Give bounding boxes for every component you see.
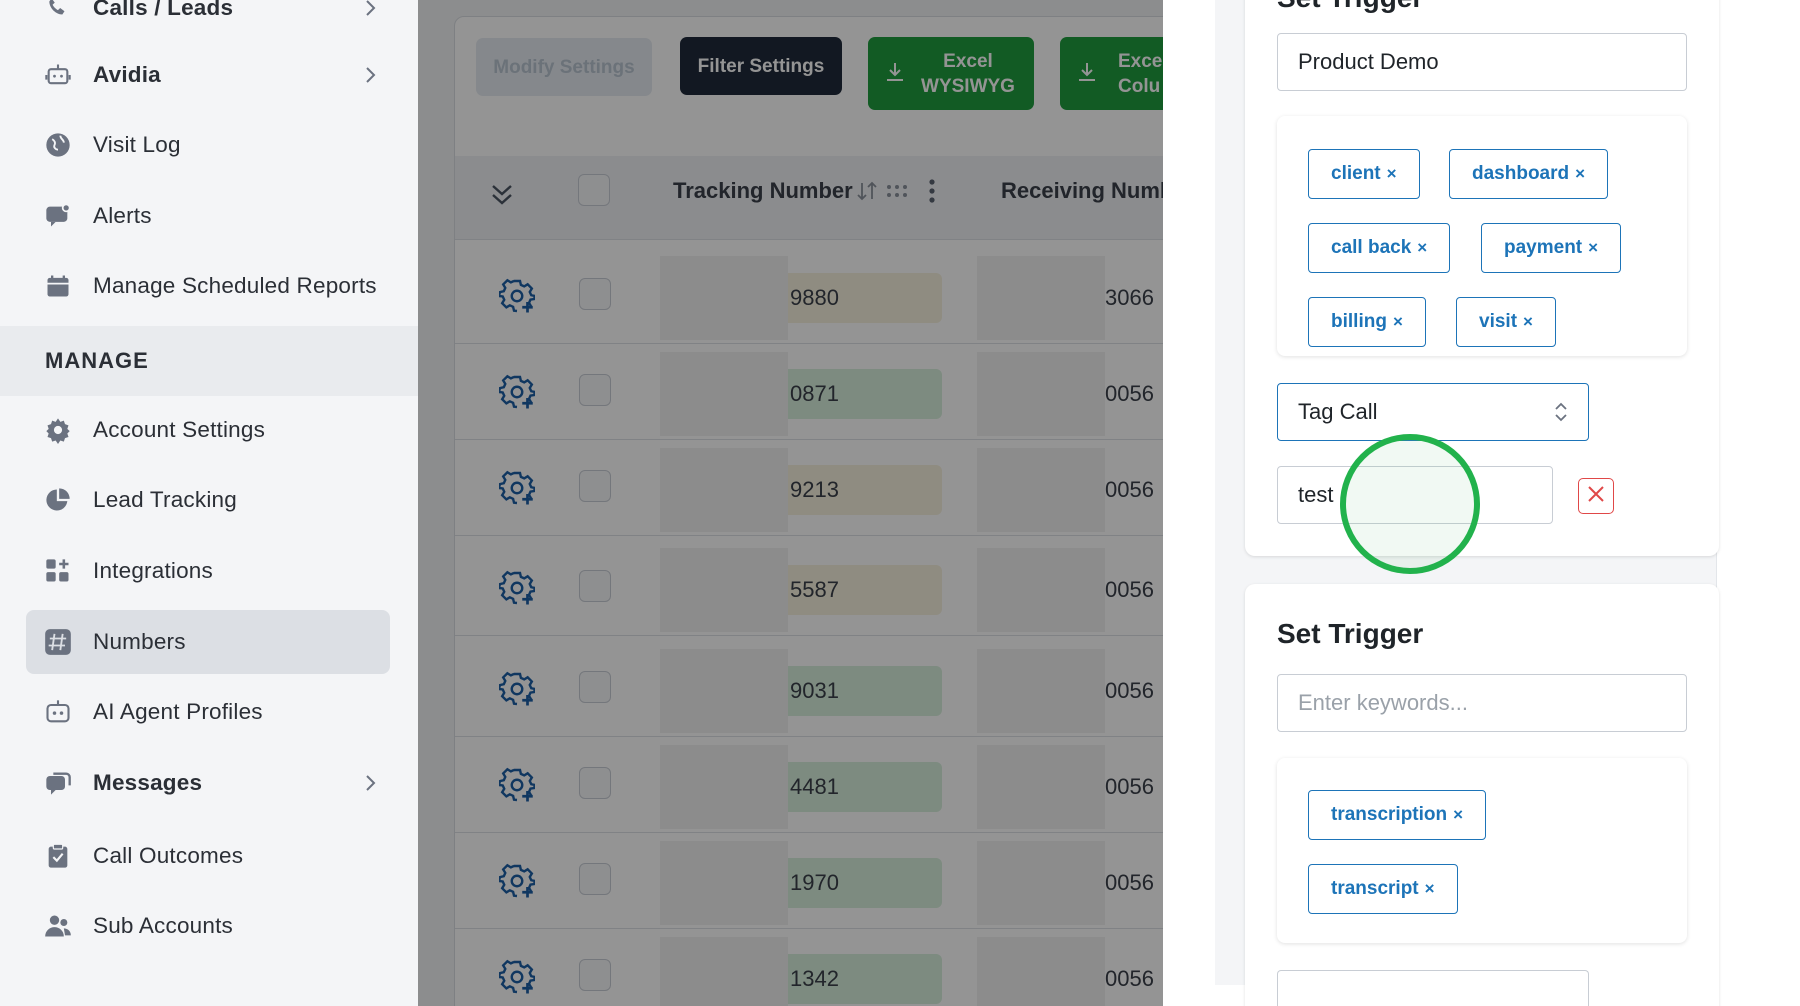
calendar-icon — [43, 271, 73, 301]
chat-bubbles-icon — [43, 768, 73, 798]
keyword-tag-label: billing — [1331, 311, 1387, 332]
remove-tag-icon[interactable]: × — [1523, 312, 1533, 332]
grid-plus-icon — [43, 556, 73, 586]
clipboard-icon — [43, 841, 73, 871]
keyword-tag-label: visit — [1479, 311, 1518, 332]
remove-tag-icon[interactable]: × — [1453, 805, 1463, 825]
sidebar-item-label: Sub Accounts — [93, 913, 233, 938]
sidebar-item-visit-log[interactable]: Visit Log — [26, 113, 390, 177]
sidebar-item-alerts[interactable]: Alerts — [26, 184, 390, 248]
remove-tag-icon[interactable]: × — [1417, 238, 1427, 258]
sidebar-item-label: Manage Scheduled Reports — [93, 273, 377, 298]
remove-tag-icon[interactable]: × — [1588, 238, 1598, 258]
sidebar-item-sub-accounts[interactable]: Sub Accounts — [26, 894, 390, 958]
modal-backdrop[interactable] — [418, 0, 1163, 1006]
keyword-tag-label: payment — [1504, 237, 1583, 258]
keyword-tag-label: call back — [1331, 237, 1412, 258]
keyword-tag[interactable]: billing × — [1308, 297, 1426, 347]
sidebar-item-label: Messages — [93, 770, 203, 795]
keyword-tag-label: transcription — [1331, 804, 1448, 825]
sidebar-item-label: Alerts — [93, 203, 152, 228]
sidebar-item-manage-scheduled-reports[interactable]: Manage Scheduled Reports — [26, 254, 390, 318]
sidebar-item-lead-tracking[interactable]: Lead Tracking — [26, 468, 390, 532]
sidebar-item-label: Numbers — [93, 629, 186, 654]
sidebar-item-call-outcomes[interactable]: Call Outcomes — [26, 824, 390, 888]
trigger-drawer: Set Trigger Product Demo client×dashboar… — [1163, 0, 1800, 1006]
sidebar-item-numbers[interactable]: Numbers — [26, 610, 390, 674]
sidebar-item-label: Call Outcomes — [93, 843, 244, 868]
section-label: MANAGE — [45, 348, 149, 373]
manage-section-header: MANAGE — [0, 326, 418, 396]
sidebar-item-label: Calls / Leads — [93, 0, 234, 20]
action-select[interactable]: Tag Call — [1277, 383, 1589, 441]
close-icon — [1587, 485, 1605, 508]
gear-icon — [43, 415, 73, 445]
sidebar-item-label: AI Agent Profiles — [93, 699, 263, 724]
users-icon — [43, 911, 73, 941]
keyword-tag[interactable]: payment × — [1481, 223, 1622, 273]
sidebar-item-ai-agent-profiles[interactable]: AI Agent Profiles — [26, 680, 390, 744]
trigger-keywords-input[interactable]: Product Demo — [1277, 33, 1687, 91]
chevron-right-icon — [356, 60, 386, 90]
remove-tag-icon[interactable]: × — [1425, 879, 1435, 899]
keyword-tag-label: client — [1331, 163, 1381, 184]
keyword-tag[interactable]: dashboard × — [1449, 149, 1609, 199]
pie-chart-icon — [43, 485, 73, 515]
trigger-card-title: Set Trigger — [1277, 618, 1424, 649]
remove-tag-icon[interactable]: × — [1387, 164, 1397, 184]
sidebar-item-messages[interactable]: Messages — [26, 751, 390, 815]
bot-face-icon — [43, 697, 73, 727]
chevron-right-icon — [356, 0, 386, 23]
sidebar-item-account-settings[interactable]: Account Settings — [26, 398, 390, 462]
sidebar-item-calls-leads[interactable]: Calls / Leads — [26, 0, 390, 40]
trigger-keywords-input[interactable]: Enter keywords... — [1277, 674, 1687, 732]
select-arrows-icon — [1554, 400, 1568, 430]
keyword-tag[interactable]: transcript × — [1308, 864, 1458, 914]
sidebar-item-label: Integrations — [93, 558, 213, 583]
keyword-tag[interactable]: transcription × — [1308, 790, 1487, 840]
remove-action-button[interactable] — [1578, 478, 1614, 514]
trigger-card-title: Set Trigger — [1277, 0, 1423, 14]
click-indicator — [1340, 434, 1480, 574]
keyword-tag[interactable]: visit × — [1456, 297, 1556, 347]
sidebar-item-label: Avidia — [93, 62, 161, 87]
sidebar: Calls / Leads Avidia Visit Log Alerts Ma… — [0, 0, 418, 1006]
chevron-right-icon — [356, 768, 386, 798]
action-select[interactable] — [1277, 970, 1589, 1006]
remove-tag-icon[interactable]: × — [1393, 312, 1403, 332]
trigger-tag-list — [1277, 758, 1687, 943]
keyword-tag-label: transcript — [1331, 878, 1419, 899]
robot-icon — [43, 60, 73, 90]
remove-tag-icon[interactable]: × — [1575, 164, 1585, 184]
action-select-value: Tag Call — [1298, 399, 1378, 424]
sidebar-item-avidia[interactable]: Avidia — [26, 43, 390, 107]
globe-icon — [43, 130, 73, 160]
sidebar-item-label: Account Settings — [93, 417, 266, 442]
sidebar-item-integrations[interactable]: Integrations — [26, 539, 390, 603]
keyword-tag[interactable]: call back × — [1308, 223, 1451, 273]
hash-icon — [43, 627, 73, 657]
sidebar-item-label: Visit Log — [93, 132, 181, 157]
main-content: Modify Settings Filter Settings Excel WYS… — [418, 0, 1163, 1006]
phone-icon — [43, 0, 73, 23]
chat-alert-icon — [43, 201, 73, 231]
keyword-tag-label: dashboard — [1472, 163, 1570, 184]
sidebar-item-label: Lead Tracking — [93, 487, 237, 512]
keyword-tag[interactable]: client × — [1308, 149, 1420, 199]
